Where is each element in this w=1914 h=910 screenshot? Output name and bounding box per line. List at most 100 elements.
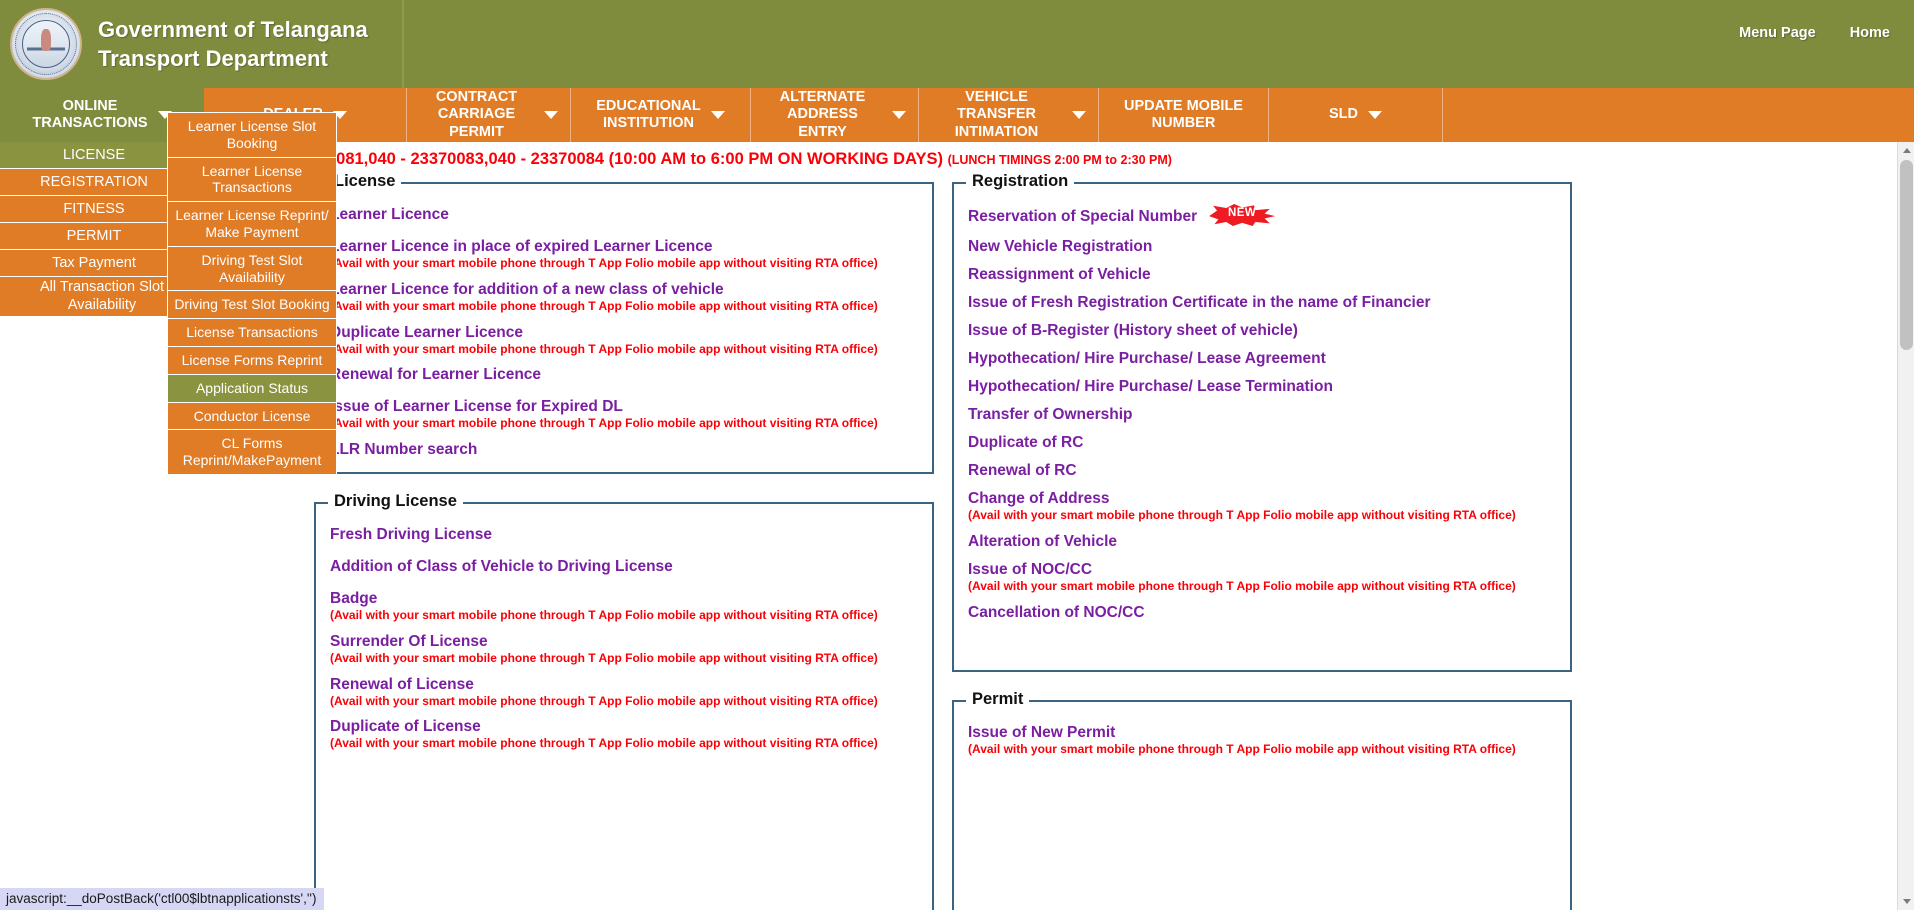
menu-label-permit: PERMIT xyxy=(66,228,122,244)
menu-label-registration: REGISTRATION xyxy=(40,174,148,190)
link-learner-license-expired-dl[interactable]: Issue of Learner License for Expired DL xyxy=(330,398,932,416)
link-hypothecation-termination[interactable]: Hypothecation/ Hire Purchase/ Lease Term… xyxy=(968,378,1570,396)
scroll-up-arrow-icon[interactable] xyxy=(1898,142,1914,159)
nav-item-vehicle-transfer-intimation[interactable]: VEHICLE TRANSFER INTIMATION xyxy=(919,88,1099,142)
permit-links: Issue of New Permit (Avail with your sma… xyxy=(954,702,1570,777)
list-item: Hypothecation/ Hire Purchase/ Lease Term… xyxy=(968,378,1570,396)
link-surrender-of-license[interactable]: Surrender Of License xyxy=(330,633,932,651)
chevron-down-icon xyxy=(544,111,558,119)
driving-license-links: Fresh Driving License Addition of Class … xyxy=(316,504,932,771)
list-item: Learner Licence xyxy=(330,206,932,224)
link-reassignment-of-vehicle[interactable]: Reassignment of Vehicle xyxy=(968,266,1570,284)
menu-label-license: LICENSE xyxy=(62,147,126,163)
header-nav-links: Menu Page Home xyxy=(1739,25,1890,41)
nav-label-online-transactions: ONLINE TRANSACTIONS xyxy=(32,97,148,131)
nav-item-update-mobile-number[interactable]: UPDATE MOBILE NUMBER xyxy=(1099,88,1269,142)
header-title-line1: Government of Telangana xyxy=(98,16,368,42)
link-learner-licence-expired[interactable]: Learner Licence in place of expired Lear… xyxy=(330,238,932,256)
note-duplicate-of-license: (Avail with your smart mobile phone thro… xyxy=(330,736,878,751)
link-llr-number-search[interactable]: LLR Number search xyxy=(330,441,932,459)
note-learner-licence-expired: (Avail with your smart mobile phone thro… xyxy=(330,256,878,270)
submenu-item-conductor-license[interactable]: Conductor License xyxy=(168,403,336,431)
submenu-item-application-status[interactable]: Application Status xyxy=(168,374,336,403)
list-item: Learner Licence in place of expired Lear… xyxy=(330,238,932,271)
link-learner-licence-new-class[interactable]: Learner Licence for addition of a new cl… xyxy=(330,281,932,299)
link-alteration-of-vehicle[interactable]: Alteration of Vehicle xyxy=(968,533,1570,551)
note-issue-of-new-permit: (Avail with your smart mobile phone thro… xyxy=(968,742,1516,756)
link-learner-licence[interactable]: Learner Licence xyxy=(330,206,932,224)
page-scrollbar[interactable] xyxy=(1897,142,1914,910)
nav-item-contract-carriage-permit[interactable]: CONTRACT CARRIAGE PERMIT xyxy=(407,88,571,142)
submenu-item-license-transactions[interactable]: License Transactions xyxy=(168,319,336,347)
submenu-item-learner-license-reprint-make-payment[interactable]: Learner License Reprint/ Make Payment xyxy=(168,202,336,247)
nav-item-sld[interactable]: SLD xyxy=(1269,88,1443,142)
scroll-down-arrow-icon[interactable] xyxy=(1898,893,1914,910)
chevron-down-icon xyxy=(892,111,906,119)
list-item: Issue of NOC/CC (Avail with your smart m… xyxy=(968,561,1570,594)
list-item: Renewal of License (Avail with your smar… xyxy=(330,676,932,709)
telangana-state-emblem-icon xyxy=(10,8,82,80)
link-duplicate-of-rc[interactable]: Duplicate of RC xyxy=(968,434,1570,452)
list-item: New Vehicle Registration xyxy=(968,238,1570,256)
list-item: Change of Address (Avail with your smart… xyxy=(968,490,1570,523)
permit-section: Permit Issue of New Permit (Avail with y… xyxy=(952,690,1572,910)
list-item: Reservation of Special Number NEW xyxy=(968,204,1570,228)
menu-page-link[interactable]: Menu Page xyxy=(1739,25,1816,41)
submenu-item-learner-license-slot-booking[interactable]: Learner License Slot Booking xyxy=(168,113,336,158)
note-learner-license-expired-dl: (Avail with your smart mobile phone thro… xyxy=(330,416,878,431)
link-renewal-of-license[interactable]: Renewal of License xyxy=(330,676,932,694)
link-issue-of-new-permit[interactable]: Issue of New Permit xyxy=(968,724,1570,742)
nav-label-update-mobile-number: UPDATE MOBILE NUMBER xyxy=(1124,97,1243,131)
nav-label-alternate-address-entry: ALTERNATE ADDRESS ENTRY xyxy=(779,89,866,140)
link-fresh-driving-license[interactable]: Fresh Driving License xyxy=(330,526,932,544)
site-header: Government of Telangana Transport Depart… xyxy=(0,0,1914,88)
license-section: License Learner Licence Learner Licence … xyxy=(314,172,934,474)
note-learner-licence-new-class: (Avail with your smart mobile phone thro… xyxy=(330,298,878,313)
link-duplicate-learner-licence[interactable]: Duplicate Learner Licence xyxy=(330,324,932,342)
nav-label-sld: SLD xyxy=(1329,106,1358,123)
link-issue-b-register[interactable]: Issue of B-Register (History sheet of ve… xyxy=(968,322,1570,340)
list-item: Reassignment of Vehicle xyxy=(968,266,1570,284)
link-cancellation-of-noc-cc[interactable]: Cancellation of NOC/CC xyxy=(968,604,1570,622)
nav-item-educational-institution[interactable]: EDUCATIONAL INSTITUTION xyxy=(571,88,751,142)
note-issue-of-noc-cc: (Avail with your smart mobile phone thro… xyxy=(968,578,1516,593)
link-reservation-special-number[interactable]: Reservation of Special Number xyxy=(968,208,1197,226)
list-item: LLR Number search xyxy=(330,441,932,459)
nav-item-alternate-address-entry[interactable]: ALTERNATE ADDRESS ENTRY xyxy=(751,88,919,142)
note-surrender-of-license: (Avail with your smart mobile phone thro… xyxy=(330,650,878,665)
submenu-item-driving-test-slot-booking[interactable]: Driving Test Slot Booking xyxy=(168,291,336,320)
driving-license-section-legend: Driving License xyxy=(328,492,463,511)
nav-filler xyxy=(1443,88,1914,142)
registration-links: Reservation of Special Number NEW New Veh… xyxy=(954,184,1570,642)
list-item: Issue of New Permit (Avail with your sma… xyxy=(968,724,1570,757)
link-duplicate-of-license[interactable]: Duplicate of License xyxy=(330,718,932,736)
link-renewal-learner-licence[interactable]: Renewal for Learner Licence xyxy=(330,366,932,384)
registration-section-legend: Registration xyxy=(966,172,1075,191)
license-links: Learner Licence Learner Licence in place… xyxy=(316,184,932,483)
submenu-item-license-forms-reprint[interactable]: License Forms Reprint xyxy=(168,347,336,375)
list-item: Duplicate Learner Licence (Avail with yo… xyxy=(330,324,932,357)
submenu-item-learner-license-transactions[interactable]: Learner License Transactions xyxy=(168,158,336,203)
link-addition-class-of-vehicle[interactable]: Addition of Class of Vehicle to Driving … xyxy=(330,558,932,576)
list-item: Renewal of RC xyxy=(968,462,1570,480)
list-item: Addition of Class of Vehicle to Driving … xyxy=(330,558,932,576)
list-item: Transfer of Ownership xyxy=(968,406,1570,424)
submenu-item-cl-forms-reprint-make-payment[interactable]: CL Forms Reprint/MakePayment xyxy=(168,430,336,474)
link-renewal-of-rc[interactable]: Renewal of RC xyxy=(968,462,1570,480)
submenu-item-driving-test-slot-availability[interactable]: Driving Test Slot Availability xyxy=(168,247,336,292)
emblem-ring-decoration xyxy=(15,13,77,75)
link-change-of-address[interactable]: Change of Address xyxy=(968,490,1570,508)
link-badge[interactable]: Badge xyxy=(330,590,932,608)
list-item: Issue of B-Register (History sheet of ve… xyxy=(968,322,1570,340)
link-transfer-of-ownership[interactable]: Transfer of Ownership xyxy=(968,406,1570,424)
link-fresh-rc-financier[interactable]: Issue of Fresh Registration Certificate … xyxy=(968,294,1570,312)
header-branding: Government of Telangana Transport Depart… xyxy=(0,0,404,88)
home-link[interactable]: Home xyxy=(1850,25,1890,41)
link-new-vehicle-registration[interactable]: New Vehicle Registration xyxy=(968,238,1570,256)
list-item: Issue of Fresh Registration Certificate … xyxy=(968,294,1570,312)
link-issue-of-noc-cc[interactable]: Issue of NOC/CC xyxy=(968,561,1570,579)
nav-label-vehicle-transfer-intimation: VEHICLE TRANSFER INTIMATION xyxy=(954,89,1039,140)
link-hypothecation-agreement[interactable]: Hypothecation/ Hire Purchase/ Lease Agre… xyxy=(968,350,1570,368)
registration-section: Registration Reservation of Special Numb… xyxy=(952,172,1572,672)
scrollbar-thumb[interactable] xyxy=(1900,160,1913,350)
